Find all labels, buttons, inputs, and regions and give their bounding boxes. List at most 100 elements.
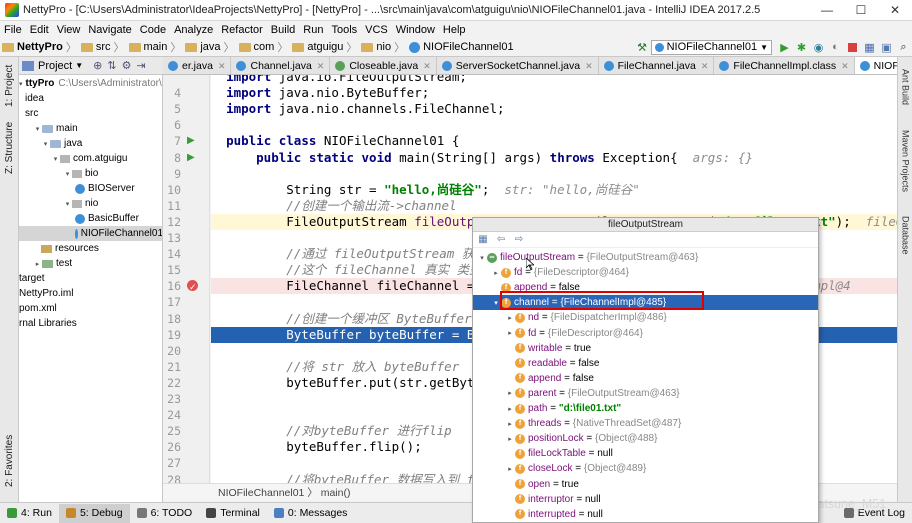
variable-row[interactable]: f readable = false (473, 356, 818, 371)
expand-arrow-icon[interactable]: ▸ (505, 465, 515, 473)
tree-item[interactable]: ▾ main (19, 121, 162, 136)
expand-arrow-icon[interactable]: ▸ (505, 389, 515, 397)
variable-row[interactable]: ▸ f parent = {FileOutputStream@463} (473, 386, 818, 401)
variable-row[interactable]: ▸ f fd = {FileDescriptor@464} (473, 326, 818, 341)
menu-analyze[interactable]: Analyze (170, 24, 217, 36)
expand-arrow-icon[interactable]: ▸ (505, 329, 515, 337)
variable-row[interactable]: f append = false (473, 371, 818, 386)
breadcrumb-item[interactable]: com 〉 (237, 39, 291, 55)
tree-item[interactable]: src (19, 106, 162, 121)
breadcrumb-item[interactable]: nio 〉 (359, 39, 407, 55)
expand-arrow-icon[interactable]: ▸ (505, 420, 515, 428)
sdk-icon[interactable]: ▣ (878, 39, 895, 56)
expand-arrow-icon[interactable]: ▾ (51, 155, 60, 163)
variable-row[interactable]: ▸ f closeLock = {Object@489} (473, 461, 818, 476)
editor-tab[interactable]: ServerSocketChannel.java ✕ (437, 57, 599, 74)
close-tab-icon[interactable]: ✕ (317, 61, 325, 72)
expand-arrow-icon[interactable]: ▸ (505, 405, 515, 413)
tree-item[interactable]: BIOServer (19, 181, 162, 196)
tool-tab-structure[interactable]: Z: Structure (1, 117, 18, 179)
code-line[interactable] (211, 166, 897, 182)
expand-arrow-icon[interactable]: ▸ (491, 269, 501, 277)
tool-tab-ant-build[interactable]: Ant Build (899, 61, 912, 113)
menu-edit[interactable]: Edit (26, 24, 53, 36)
tree-item[interactable]: NettyPro.iml (19, 286, 162, 301)
variable-row[interactable]: f fileLockTable = null (473, 446, 818, 461)
expand-arrow-icon[interactable]: ▾ (63, 170, 72, 178)
profile-icon[interactable]: ◐ (827, 39, 844, 56)
expand-arrow-icon[interactable]: ▸ (505, 314, 515, 322)
tree-item[interactable]: NIOFileChannel01 (19, 226, 162, 241)
search-icon[interactable]: ⌕ (895, 39, 912, 56)
breadcrumb-item[interactable]: java 〉 (183, 39, 236, 55)
variable-row[interactable]: f writable = true (473, 341, 818, 356)
tree-item[interactable]: pom.xml (19, 301, 162, 316)
editor-breadcrumb-text[interactable]: NIOFileChannel01 〉 main() (218, 485, 350, 500)
menu-vcs[interactable]: VCS (361, 24, 392, 36)
variable-row[interactable]: f open = true (473, 477, 818, 492)
tree-item[interactable]: resources (19, 241, 162, 256)
expand-arrow-icon[interactable]: ▾ (477, 254, 487, 262)
code-line[interactable]: public static void main(String[] args) t… (211, 150, 897, 166)
menu-view[interactable]: View (53, 24, 85, 36)
menu-navigate[interactable]: Navigate (84, 24, 135, 36)
coverage-icon[interactable]: ◉ (810, 39, 827, 56)
tree-item[interactable]: ▸ test (19, 256, 162, 271)
tree-item[interactable]: ▾ bio (19, 166, 162, 181)
close-tab-icon[interactable]: ✕ (585, 61, 593, 72)
variable-row[interactable]: ▸ f nd = {FileDispatcherImpl@486} (473, 310, 818, 325)
tree-item[interactable]: ▾ com.atguigu (19, 151, 162, 166)
tree-item[interactable]: ▾ nio (19, 196, 162, 211)
close-button[interactable]: ✕ (878, 0, 912, 21)
breadcrumb-item[interactable]: NettyPro 〉 (0, 39, 79, 55)
hammer-icon[interactable]: ⚒ (634, 39, 651, 56)
expand-arrow-icon[interactable]: ▾ (19, 80, 23, 88)
variable-row[interactable]: ▾ ∞ fileOutputStream = {FileOutputStream@4… (473, 250, 818, 265)
minimize-button[interactable]: — (810, 0, 844, 21)
menu-run[interactable]: Run (299, 24, 327, 36)
back-icon[interactable]: ⇦ (495, 234, 507, 245)
variable-row[interactable]: ▸ f path = "d:\file01.txt" (473, 401, 818, 416)
run-config-select[interactable]: NIOFileChannel01 ▼ (650, 39, 772, 55)
code-line[interactable]: import java.nio.ByteBuffer; (211, 85, 897, 101)
breadcrumb-item[interactable]: main 〉 (127, 39, 184, 55)
expand-arrow-icon[interactable]: ▸ (33, 260, 42, 268)
editor-tab[interactable]: FileChannel.java ✕ (599, 57, 715, 74)
tree-item[interactable]: ▾ttyProC:\Users\Administrator\Idea (19, 76, 162, 91)
gear-icon[interactable]: ⚙ (122, 59, 132, 72)
menu-window[interactable]: Window (392, 24, 439, 36)
run-gutter-icon[interactable]: ▶ (187, 133, 195, 149)
tree-item[interactable]: ▾ java (19, 136, 162, 151)
tool-window-button[interactable]: 4: Run (0, 504, 59, 523)
debug-icon[interactable]: ✱ (793, 39, 810, 56)
editor-tab[interactable]: FileChannelImpl.class ✕ (714, 57, 855, 74)
forward-icon[interactable]: ⇨ (513, 234, 525, 245)
project-view-select[interactable]: Project (38, 60, 72, 72)
tool-window-button[interactable]: Terminal (199, 504, 267, 523)
variable-row[interactable]: ▸ f positionLock = {Object@488} (473, 431, 818, 446)
tree-item[interactable]: rnal Libraries (19, 316, 162, 331)
menu-refactor[interactable]: Refactor (217, 24, 267, 36)
tool-window-button[interactable]: 5: Debug (58, 503, 130, 523)
collapse-icon[interactable]: ⇅ (107, 59, 116, 72)
expand-arrow-icon[interactable]: ▾ (63, 200, 72, 208)
tree-item[interactable]: BasicBuffer (19, 211, 162, 226)
tool-tab-favorites[interactable]: 2: Favorites (1, 427, 18, 495)
menu-file[interactable]: File (0, 24, 26, 36)
tool-tab-database[interactable]: Database (899, 209, 912, 261)
run-gutter-icon[interactable]: ▶ (187, 150, 195, 166)
code-line[interactable]: public class NIOFileChannel01 { (211, 133, 897, 149)
code-line[interactable]: String str = "hello,尚硅谷"; str: "hello,尚硅… (211, 182, 897, 198)
code-line[interactable]: import java.nio.channels.FileChannel; (211, 101, 897, 117)
run-icon[interactable]: ▶ (776, 39, 793, 56)
variable-row[interactable]: f interrupted = null (473, 507, 818, 522)
expand-arrow-icon[interactable]: ▸ (505, 435, 515, 443)
maximize-button[interactable]: ☐ (844, 0, 878, 21)
close-tab-icon[interactable]: ✕ (218, 61, 226, 72)
editor-tab[interactable]: NIOFileChannel01.java✕ (854, 57, 897, 74)
stop-icon[interactable] (844, 39, 861, 56)
project-structure-icon[interactable]: ▦ (861, 39, 878, 56)
tree-item[interactable]: idea (19, 91, 162, 106)
breadcrumb-item[interactable]: atguigu 〉 (290, 39, 359, 55)
tool-tab-project[interactable]: 1: Project (1, 61, 18, 111)
